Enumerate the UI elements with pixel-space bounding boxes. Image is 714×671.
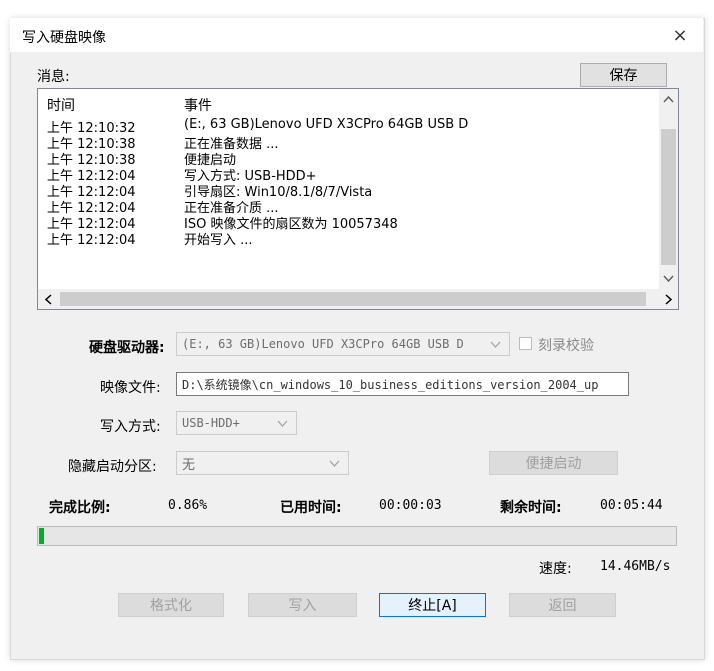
format-button[interactable]: 格式化 xyxy=(118,593,224,617)
message-log[interactable]: 时间 事件 上午 12:10:32 (E:, 63 GB)Lenovo UFD X… xyxy=(37,88,679,310)
write-button[interactable]: 写入 xyxy=(248,593,357,617)
column-header-time[interactable]: 时间 xyxy=(47,95,75,115)
speed-label: 速度: xyxy=(539,561,572,577)
vertical-scroll-thumb[interactable] xyxy=(661,129,676,265)
stop-button[interactable]: 终止[A] xyxy=(379,593,486,617)
chevron-down-icon[interactable] xyxy=(663,275,674,283)
remaining-value: 00:05:44 xyxy=(600,498,663,513)
drive-select[interactable]: (E:, 63 GB)Lenovo UFD X3CPro 64GB USB D xyxy=(176,332,510,356)
vertical-scrollbar[interactable] xyxy=(659,89,678,289)
chevron-down-icon xyxy=(490,341,501,348)
chevron-down-icon xyxy=(277,420,288,427)
elapsed-label: 已用时间: xyxy=(280,500,342,516)
close-icon: × xyxy=(672,24,688,46)
progress-bar xyxy=(37,526,677,546)
horizontal-scrollbar[interactable] xyxy=(38,289,678,309)
write-mode-select[interactable]: USB-HDD+ xyxy=(176,411,297,435)
elapsed-value: 00:00:03 xyxy=(379,498,442,513)
log-row-event: (E:, 63 GB)Lenovo UFD X3CPro 64GB USB D xyxy=(184,117,469,132)
write-mode-value: USB-HDD+ xyxy=(182,416,240,430)
close-button[interactable]: × xyxy=(657,18,703,52)
image-file-path-value: D:\系统镜像\cn_windows_10_business_editions_… xyxy=(182,377,599,392)
log-row-time: 上午 12:12:04 xyxy=(47,233,136,248)
verify-checkbox[interactable] xyxy=(519,337,532,350)
window-title: 写入硬盘映像 xyxy=(22,30,106,46)
back-button[interactable]: 返回 xyxy=(509,593,616,617)
drive-select-value: (E:, 63 GB)Lenovo UFD X3CPro 64GB USB D xyxy=(182,337,464,351)
messages-label: 消息: xyxy=(37,69,70,85)
image-file-label: 映像文件: xyxy=(100,380,161,396)
progress-bar-fill xyxy=(39,528,44,544)
save-button[interactable]: 保存 xyxy=(580,63,667,87)
progress-value: 0.86% xyxy=(168,498,208,513)
title-bar: 写入硬盘映像 × xyxy=(10,18,703,53)
verify-label[interactable]: 刻录校验 xyxy=(538,335,594,355)
log-row-event: 开始写入 ... xyxy=(184,233,253,248)
hidden-partition-value: 无 xyxy=(182,457,196,473)
drive-label: 硬盘驱动器: xyxy=(89,340,165,356)
chevron-up-icon[interactable] xyxy=(663,95,674,103)
hidden-partition-label: 隐藏启动分区: xyxy=(68,459,157,475)
progress-label: 完成比例: xyxy=(49,500,111,516)
chevron-down-icon xyxy=(329,460,340,467)
column-header-event[interactable]: 事件 xyxy=(184,95,212,115)
horizontal-scroll-thumb[interactable] xyxy=(60,292,646,306)
quick-boot-button[interactable]: 便捷启动 xyxy=(489,451,618,475)
image-file-path[interactable]: D:\系统镜像\cn_windows_10_business_editions_… xyxy=(176,372,629,396)
hidden-partition-select[interactable]: 无 xyxy=(176,451,349,475)
speed-value: 14.46MB/s xyxy=(600,559,671,574)
log-header: 时间 事件 xyxy=(38,89,658,115)
chevron-left-icon[interactable] xyxy=(44,294,52,305)
chevron-right-icon[interactable] xyxy=(665,294,673,305)
remaining-label: 剩余时间: xyxy=(500,500,562,516)
write-mode-label: 写入方式: xyxy=(100,419,161,435)
